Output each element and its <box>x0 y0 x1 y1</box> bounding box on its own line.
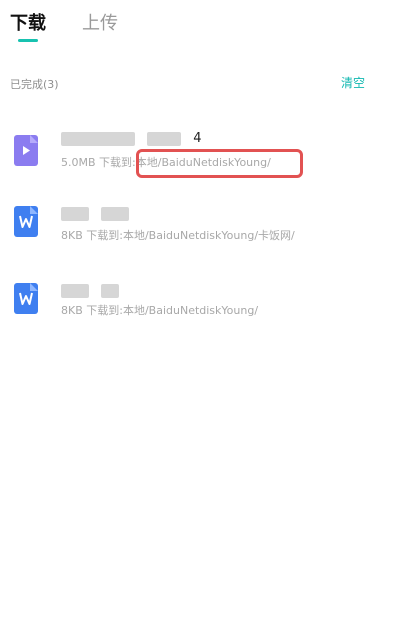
blurred-filename-segment <box>101 206 130 221</box>
tab-upload[interactable]: 上传 <box>82 12 118 36</box>
file-item-word[interactable]: 8KB 下载到:本地/BaiduNetdiskYoung/卡饭网/ <box>0 198 400 268</box>
completed-section-header: 已完成(3) 清空 <box>0 74 400 96</box>
blurred-filename-segment <box>147 131 182 146</box>
tab-download[interactable]: 下载 <box>10 12 46 36</box>
file-name: 4 <box>61 129 202 149</box>
file-item-word[interactable]: 8KB 下载到:本地/BaiduNetdiskYoung/ <box>0 278 400 348</box>
file-meta: 8KB 下载到:本地/BaiduNetdiskYoung/卡饭网/ <box>61 229 295 242</box>
blurred-filename-segment <box>101 283 120 298</box>
active-tab-indicator <box>18 39 38 42</box>
file-meta: 8KB 下载到:本地/BaiduNetdiskYoung/ <box>61 304 259 317</box>
blurred-filename-segment <box>61 283 89 298</box>
completed-count-label: 已完成(3) <box>10 78 59 91</box>
blurred-filename-segment <box>61 206 89 221</box>
tab-bar: 下载 上传 <box>0 0 400 50</box>
video-file-icon <box>14 135 38 166</box>
blurred-filename-segment <box>61 131 135 146</box>
clear-button[interactable]: 清空 <box>341 74 365 91</box>
word-file-icon <box>14 283 38 314</box>
word-file-icon <box>14 206 38 237</box>
file-name-visible-text: 4 <box>193 131 202 146</box>
highlight-annotation <box>136 149 303 178</box>
file-name <box>61 281 127 301</box>
file-name <box>61 204 137 224</box>
